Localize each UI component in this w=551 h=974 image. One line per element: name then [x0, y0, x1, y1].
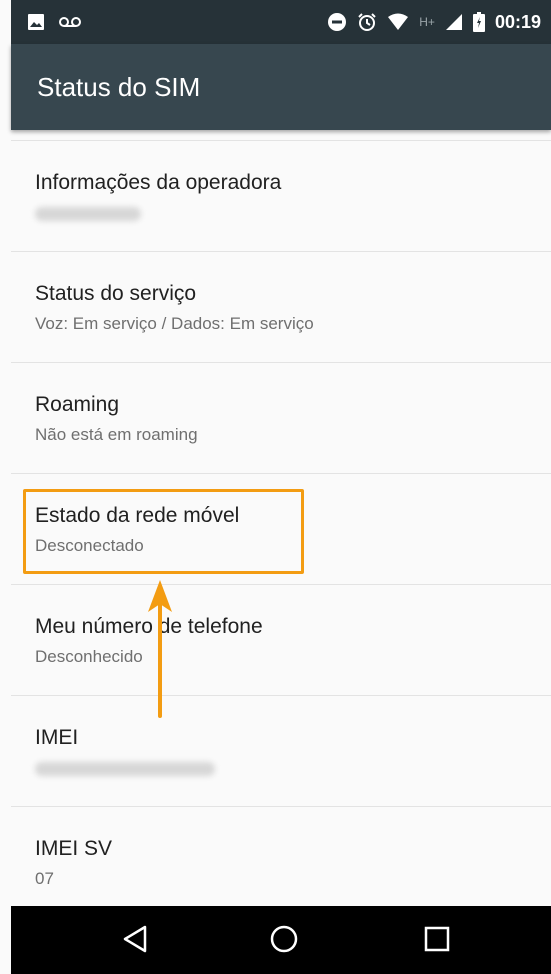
list-item-roaming[interactable]: Roaming Não está em roaming — [11, 362, 551, 474]
list-item-title: Status do serviço — [35, 282, 197, 305]
recents-icon[interactable] — [423, 924, 451, 959]
voicemail-icon — [59, 15, 81, 29]
status-bar: H+ 00:19 — [11, 0, 551, 44]
alarm-icon — [357, 12, 377, 32]
back-icon[interactable] — [121, 924, 149, 959]
navigation-bar — [11, 906, 551, 974]
list-item-imei-sv[interactable]: IMEI SV 07 — [11, 806, 551, 918]
highlight-box — [23, 489, 304, 574]
signal-icon — [445, 13, 463, 31]
list-item-service-status[interactable]: Status do serviço Voz: Em serviço / Dado… — [11, 251, 551, 363]
home-icon[interactable] — [269, 924, 299, 959]
list-item-subtitle: 07 — [35, 869, 54, 888]
redacted-value — [35, 207, 141, 221]
clock: 00:19 — [494, 11, 541, 32]
list-item-subtitle: Desconhecido — [35, 647, 143, 666]
page-title: Status do SIM — [37, 72, 201, 102]
list-item-imei[interactable]: IMEI — [11, 695, 551, 807]
wifi-icon — [387, 13, 409, 31]
list-item-title: Roaming — [35, 393, 120, 416]
app-bar: Status do SIM — [11, 44, 551, 130]
annotation-arrow-icon — [148, 580, 172, 718]
list-item-subtitle: Voz: Em serviço / Dados: Em serviço — [35, 314, 314, 333]
list-item-phone-number[interactable]: Meu número de telefone Desconhecido — [11, 584, 551, 696]
dnd-icon — [327, 12, 347, 32]
list-item-title: IMEI SV — [35, 837, 113, 860]
list-item-subtitle: Não está em roaming — [35, 425, 198, 444]
image-icon — [27, 13, 45, 31]
list-item-title: Informações da operadora — [35, 171, 282, 194]
list-item-carrier-info[interactable]: Informações da operadora — [11, 140, 551, 252]
redacted-value — [35, 762, 215, 776]
list-item-title: IMEI — [35, 726, 79, 749]
network-type-label: H+ — [419, 15, 435, 29]
battery-icon — [472, 12, 485, 32]
